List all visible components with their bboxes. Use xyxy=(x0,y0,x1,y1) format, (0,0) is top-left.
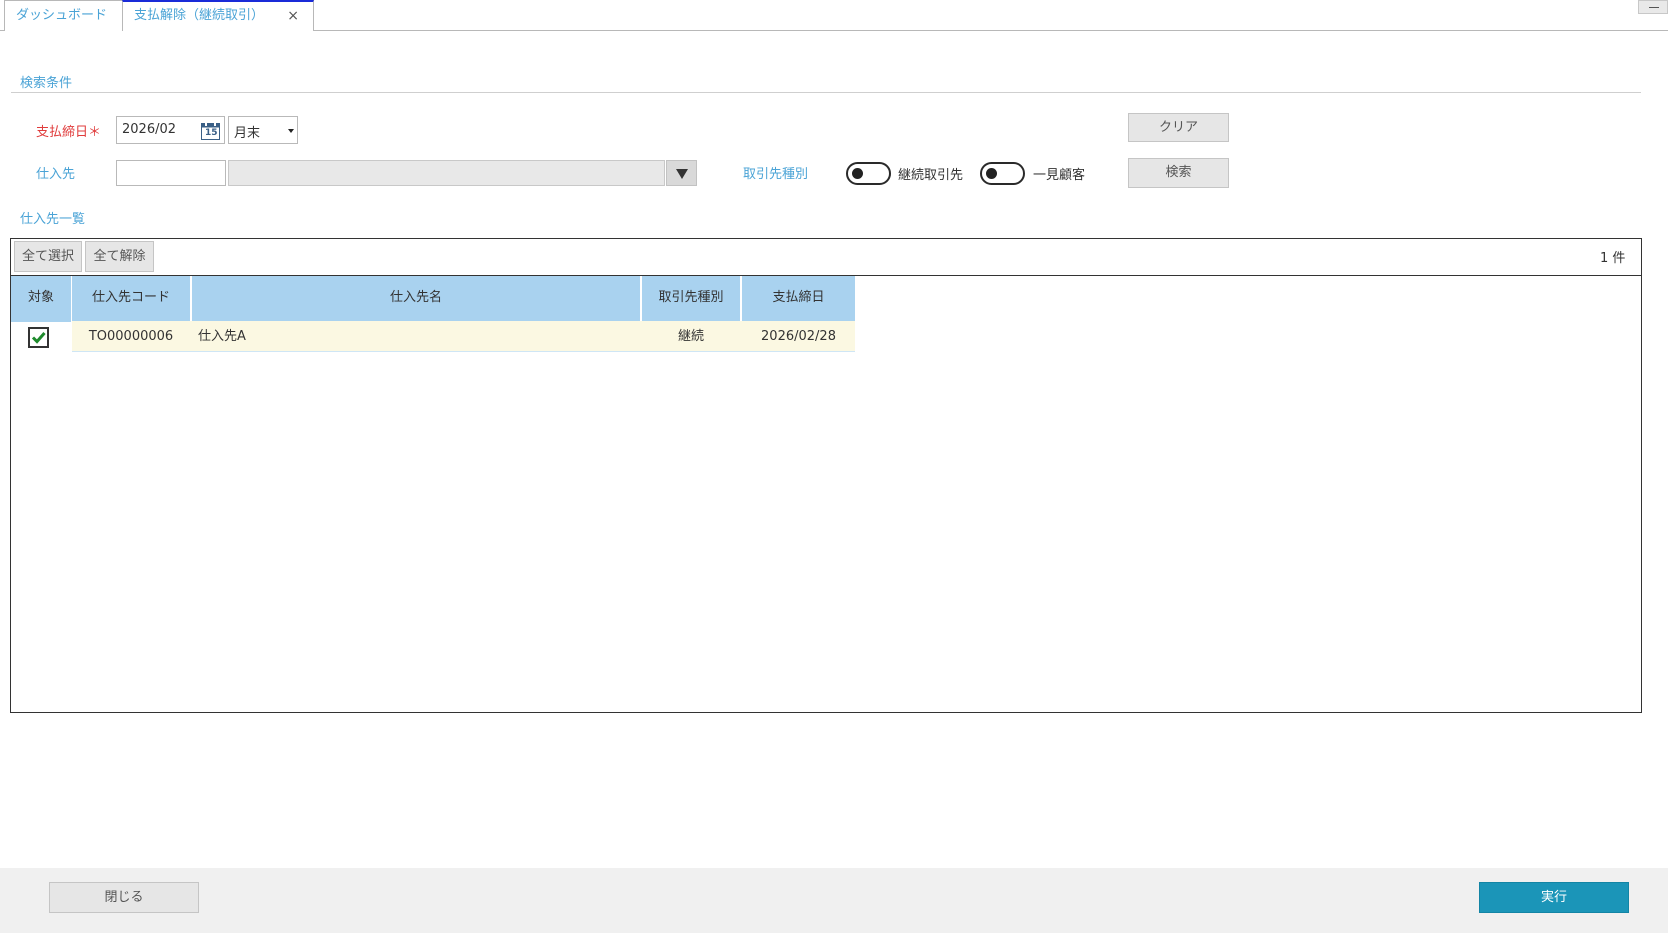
cell-partner-type[interactable]: 継続 xyxy=(640,321,742,352)
column-header-supplier-name[interactable]: 仕入先名 xyxy=(192,276,640,322)
search-button[interactable]: 検索 xyxy=(1128,158,1229,188)
closing-day-select-value: 月末 xyxy=(234,126,261,141)
search-section-divider xyxy=(11,92,1641,93)
triangle-down-icon xyxy=(676,169,688,179)
footer-bar xyxy=(0,868,1668,933)
column-header-closing-date[interactable]: 支払締日 xyxy=(742,276,855,322)
toggle-continuous-label: 継続取引先 xyxy=(898,168,964,183)
execute-button[interactable]: 実行 xyxy=(1479,882,1629,913)
close-icon[interactable]: × xyxy=(287,2,299,30)
closing-date-value: 2026/02 xyxy=(122,122,177,137)
column-header-partner-type[interactable]: 取引先種別 xyxy=(642,276,740,322)
calendar-icon[interactable]: 15 xyxy=(201,123,220,140)
supplier-label: 仕入先 xyxy=(36,167,76,182)
tab-dashboard-label: ダッシュボード xyxy=(16,8,108,23)
clear-button[interactable]: クリア xyxy=(1128,113,1229,142)
toggle-onetime-customer[interactable] xyxy=(980,162,1025,185)
toggle-knob xyxy=(986,168,997,179)
list-section-title: 仕入先一覧 xyxy=(20,212,86,227)
checkmark-icon xyxy=(31,332,46,344)
partner-type-label: 取引先種別 xyxy=(743,167,809,182)
closing-date-input[interactable]: 2026/02 15 xyxy=(116,116,225,144)
deselect-all-button[interactable]: 全て解除 xyxy=(85,241,154,272)
toggle-continuous-partner[interactable] xyxy=(846,162,891,185)
cell-supplier-name[interactable]: 仕入先A xyxy=(190,321,640,352)
select-all-button[interactable]: 全て選択 xyxy=(14,241,82,272)
close-button[interactable]: 閉じる xyxy=(49,882,199,913)
tab-payment-cancel[interactable]: 支払解除（継続取引） × xyxy=(122,0,314,31)
search-section-title: 検索条件 xyxy=(20,76,73,91)
supplier-dropdown-button[interactable] xyxy=(666,160,697,186)
supplier-code-input[interactable] xyxy=(116,160,226,186)
tab-dashboard[interactable]: ダッシュボード xyxy=(4,0,123,31)
cell-supplier-code[interactable]: TO00000006 xyxy=(72,321,190,352)
calendar-day-text: 15 xyxy=(205,128,218,138)
minimize-button[interactable] xyxy=(1638,0,1668,14)
row-select-checkbox[interactable] xyxy=(28,327,49,348)
chevron-down-icon xyxy=(288,129,294,133)
closing-day-select[interactable]: 月末 xyxy=(228,116,298,144)
closing-date-label: 支払締日＊ xyxy=(36,125,102,140)
column-header-supplier-code[interactable]: 仕入先コード xyxy=(72,276,190,322)
supplier-name-field xyxy=(228,160,665,186)
cell-closing-date[interactable]: 2026/02/28 xyxy=(742,321,855,352)
record-count: 1 件 xyxy=(1600,251,1626,266)
toggle-onetime-label: 一見顧客 xyxy=(1033,168,1086,183)
column-header-target: 対象 xyxy=(11,276,71,322)
tab-payment-cancel-label: 支払解除（継続取引） xyxy=(134,8,265,23)
toggle-knob xyxy=(852,168,863,179)
